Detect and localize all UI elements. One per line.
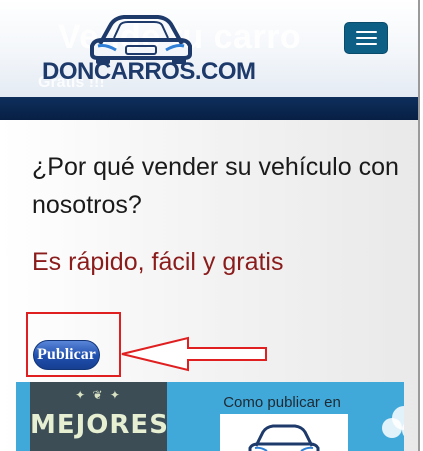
car-logo-icon bbox=[248, 424, 320, 451]
promo-banner[interactable]: ✦ ❦ ✦ MEJORES Como publicar en bbox=[16, 382, 404, 451]
site-header: Vende tu carro Gratis !!! DONCARROS.COM bbox=[0, 0, 418, 97]
page-heading: ¿Por qué vender su vehículo con nosotros… bbox=[32, 153, 399, 219]
tagline: Es rápido, fácil y gratis bbox=[32, 248, 284, 276]
banner-logo-card bbox=[220, 414, 348, 451]
menu-toggle-button[interactable] bbox=[344, 22, 388, 54]
left-arrow-icon bbox=[121, 336, 267, 372]
publish-button[interactable]: Publicar bbox=[33, 340, 100, 370]
cloud-icon bbox=[382, 406, 404, 438]
banner-left-text: MEJORES bbox=[30, 410, 169, 440]
banner-howto-panel: Como publicar en bbox=[200, 382, 364, 451]
brand-name: DONCARROS.COM bbox=[42, 58, 256, 85]
navbar-strip bbox=[0, 97, 418, 120]
browser-viewport: Vende tu carro Gratis !!! DONCARROS.COM bbox=[0, 0, 420, 451]
ornament-icon: ✦ ❦ ✦ bbox=[75, 388, 122, 402]
site-logo[interactable]: DONCARROS.COM bbox=[42, 4, 256, 85]
banner-caption: Como publicar en bbox=[223, 394, 341, 411]
car-logo-icon bbox=[90, 15, 192, 64]
banner-mejores-panel: ✦ ❦ ✦ MEJORES bbox=[30, 382, 169, 451]
